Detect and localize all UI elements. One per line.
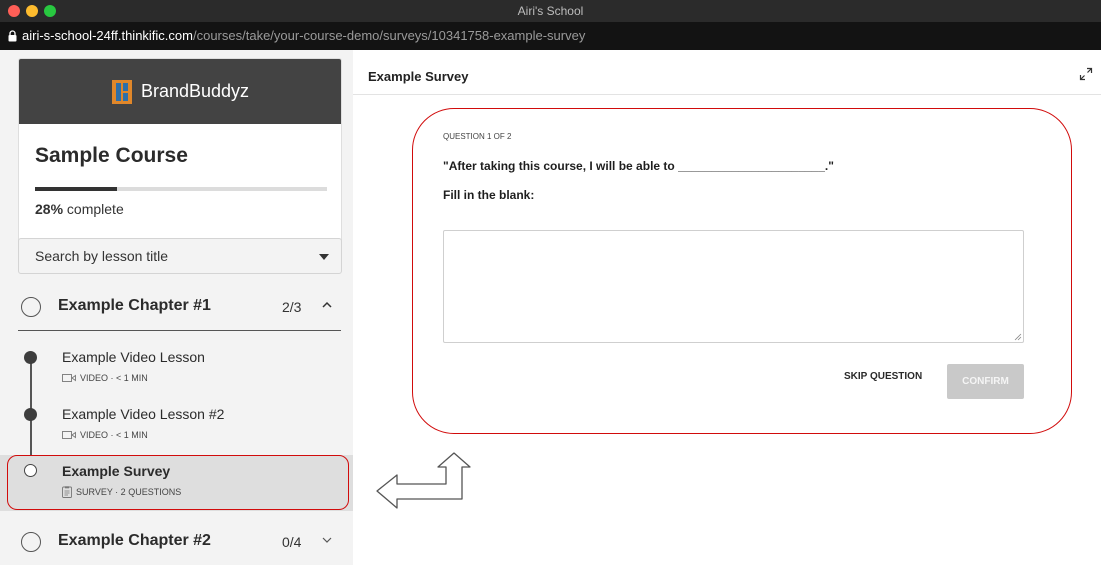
resize-grip-icon[interactable] — [1014, 333, 1022, 341]
brand-name: BrandBuddyz — [140, 81, 250, 101]
chapter-1-header[interactable]: Example Chapter #1 2/3 — [0, 286, 353, 330]
answer-textarea[interactable] — [443, 230, 1024, 343]
lesson-title: Example Video Lesson — [62, 349, 205, 365]
url-text[interactable]: airi-s-school-24ff.thinkific.com/courses… — [22, 28, 585, 43]
lesson-search-select[interactable]: Search by lesson title — [18, 238, 342, 274]
window-title: Airi's School — [517, 4, 584, 18]
question-instruction: Fill in the blank: — [443, 188, 535, 202]
dropdown-caret-icon — [319, 254, 329, 260]
chapter-progress-circle-icon — [21, 297, 41, 317]
course-title: Sample Course — [35, 144, 188, 167]
video-icon — [62, 431, 76, 439]
check-circle-icon — [24, 408, 37, 421]
lesson-meta: VIDEO · < 1 MIN — [62, 430, 148, 440]
lesson-meta: VIDEO · < 1 MIN — [62, 373, 148, 383]
expand-icon[interactable] — [1079, 67, 1093, 81]
confirm-button[interactable]: CONFIRM — [947, 364, 1024, 399]
check-circle-icon — [24, 351, 37, 364]
chapter-title: Example Chapter #2 — [58, 532, 211, 549]
progress-suffix: complete — [66, 201, 124, 217]
chapter-progress-circle-icon — [21, 532, 41, 552]
progress-value: 28% — [35, 201, 64, 217]
lock-icon — [8, 30, 17, 42]
chapter-title: Example Chapter #1 — [58, 297, 211, 314]
course-progress-bar — [35, 187, 327, 191]
brand-logo-icon — [111, 79, 132, 104]
url-path: /courses/take/your-course-demo/surveys/1… — [192, 28, 586, 43]
question-counter: QUESTION 1 OF 2 — [443, 132, 512, 141]
video-icon — [62, 374, 76, 382]
lesson-meta-text: VIDEO · < 1 MIN — [80, 373, 148, 383]
chapter-count: 2/3 — [282, 299, 302, 315]
address-bar[interactable]: airi-s-school-24ff.thinkific.com/courses… — [0, 22, 1101, 50]
lesson-item[interactable]: Example Video Lesson VIDEO · < 1 MIN — [0, 340, 353, 394]
double-arrow-icon — [376, 452, 471, 509]
lesson-search-label: Search by lesson title — [35, 248, 169, 264]
lesson-header: Example Survey — [353, 50, 1101, 95]
chapter-divider — [18, 330, 341, 331]
lesson-title: Example Video Lesson #2 — [62, 406, 225, 422]
question-prompt: "After taking this course, I will be abl… — [443, 159, 834, 173]
chevron-down-icon[interactable] — [320, 533, 334, 547]
lesson-item[interactable]: Example Video Lesson #2 VIDEO · < 1 MIN — [0, 397, 353, 451]
lesson-title-heading: Example Survey — [368, 69, 469, 84]
chapter-count: 0/4 — [282, 534, 302, 550]
current-lesson-highlight — [7, 455, 349, 510]
progress-text: 28% complete — [35, 201, 124, 217]
chapter-2-header[interactable]: Example Chapter #2 0/4 — [0, 521, 353, 565]
brand-bar[interactable]: BrandBuddyz — [19, 59, 341, 124]
window-titlebar: Airi's School — [0, 0, 1101, 22]
course-progress-fill — [35, 187, 117, 191]
skip-question-button[interactable]: SKIP QUESTION — [844, 371, 922, 382]
chevron-up-icon[interactable] — [320, 298, 334, 312]
lesson-meta-text: VIDEO · < 1 MIN — [80, 430, 148, 440]
url-host: airi-s-school-24ff.thinkific.com — [22, 28, 193, 43]
